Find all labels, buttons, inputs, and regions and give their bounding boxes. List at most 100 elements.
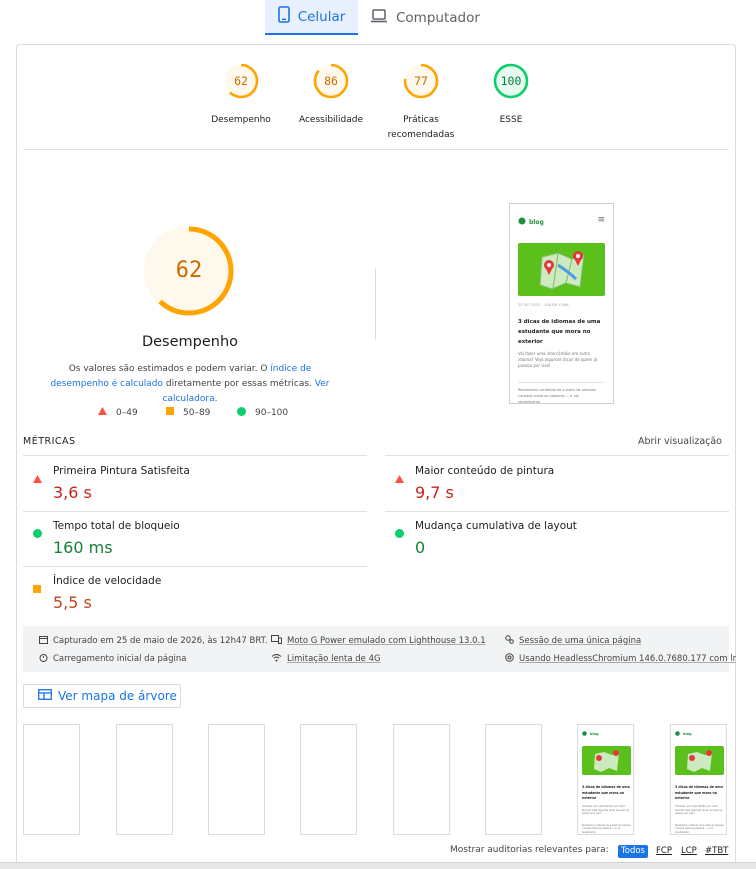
preview-hero-image xyxy=(518,243,605,296)
gauge-seo[interactable]: 100 ESSE xyxy=(466,62,556,128)
metrics-heading: MÉTRICAS xyxy=(23,436,76,447)
audit-filter-label: Mostrar auditorias relevantes para: xyxy=(450,845,609,855)
preview-logo-text: blog xyxy=(683,732,692,736)
filter-chip-fcp[interactable]: FCP xyxy=(653,845,675,858)
session-text: Sessão de uma única página xyxy=(519,636,642,646)
preview-title: 3 dicas de idiomas de uma estudante que … xyxy=(675,785,723,800)
filmstrip-frame xyxy=(300,724,357,835)
legend-pass-label: 90–100 xyxy=(255,408,289,418)
session-icon xyxy=(505,635,514,647)
gauge-best-practices-label: Práticas recomendadas xyxy=(376,113,466,143)
preview-excerpt: Vai fazer uma intercâmbio em outro idiom… xyxy=(675,805,723,816)
browser-icon xyxy=(505,653,514,665)
leaf-icon xyxy=(582,731,587,737)
throttle-row[interactable]: Limitação lenta de 4G xyxy=(271,653,381,665)
metric-tbt-value: 160 ms xyxy=(53,538,113,557)
metric-fcp-value: 3,6 s xyxy=(53,483,92,502)
wifi-icon xyxy=(271,653,282,665)
final-screenshot[interactable]: blog ≡ 25 SET 2021 · LEIA EM 4 MIN 3 dic… xyxy=(509,203,614,404)
metric-cls-value: 0 xyxy=(415,538,426,557)
metric-fcp-label: Primeira Pintura Satisfeita xyxy=(53,465,190,477)
metric-si-value: 5,5 s xyxy=(53,593,92,612)
preview-logo: blog xyxy=(518,217,544,227)
divider xyxy=(385,455,729,456)
preview-logo-text: blog xyxy=(590,732,599,736)
preview-divider xyxy=(518,382,605,383)
gauge-performance[interactable]: 62 Desempenho xyxy=(196,62,286,128)
gauge-best-practices-label-line1: Práticas xyxy=(403,115,439,125)
filmstrip-frame: blog 3 dicas de idiomas de uma estudante… xyxy=(577,724,634,835)
browser-row[interactable]: Usando HeadlessChromium 146.0.7680.177 c… xyxy=(505,653,736,665)
calendar-icon xyxy=(39,635,48,647)
legend-fail: 0–49 xyxy=(98,407,138,418)
tab-desktop-label: Computador xyxy=(396,9,480,26)
view-treemap-button[interactable]: Ver mapa de árvore xyxy=(23,684,181,708)
menu-icon: ≡ xyxy=(597,215,605,225)
legend-pass: 90–100 xyxy=(237,407,288,419)
leaf-icon xyxy=(518,217,526,227)
runtime-settings: Capturado em 25 de maio de 2026, às 12h4… xyxy=(23,626,736,672)
session-row[interactable]: Sessão de uma única página xyxy=(505,635,641,647)
circle-icon xyxy=(237,407,246,419)
filmstrip-frame: blog 3 dicas de idiomas de uma estudante… xyxy=(670,724,727,835)
divider xyxy=(23,455,367,456)
device-text: Moto G Power emulado com Lighthouse 13.0… xyxy=(287,636,486,646)
filter-chip-all[interactable]: Todos xyxy=(618,845,648,858)
note-text: diretamente por essas métricas. xyxy=(163,379,315,389)
divider xyxy=(385,511,729,512)
gauge-accessibility-label: Acessibilidade xyxy=(298,115,364,125)
gauge-accessibility-score: 86 xyxy=(324,74,338,88)
expand-view-toggle[interactable]: Abrir visualização xyxy=(638,436,722,447)
preview-excerpt: Vai fazer uma intercâmbio em outro idiom… xyxy=(582,805,630,816)
tab-desktop[interactable]: Computador xyxy=(368,0,488,35)
metric-lcp-value: 9,7 s xyxy=(415,483,454,502)
preview-logo-text: blog xyxy=(529,218,544,226)
gauge-seo-score: 100 xyxy=(500,74,522,88)
preview-excerpt: Vai fazer uma intercâmbio em outro idiom… xyxy=(518,351,598,368)
preview-logo: blog xyxy=(675,731,692,737)
tab-mobile[interactable]: Celular xyxy=(265,0,358,35)
triangle-icon xyxy=(98,407,107,418)
triangle-icon xyxy=(33,468,42,487)
preview-footer: Recebemos conteúdo de e-mails de pessoas… xyxy=(675,824,724,834)
divider xyxy=(23,566,367,567)
performance-score: 62 xyxy=(175,258,203,283)
device-row[interactable]: Moto G Power emulado com Lighthouse 13.0… xyxy=(271,635,486,647)
preview-footer: Recebemos conteúdo de e-mails de pessoas… xyxy=(518,388,596,404)
performance-note: Os valores são estimados e podem variar.… xyxy=(46,362,334,407)
legend-fail-label: 0–49 xyxy=(116,407,138,418)
circle-icon xyxy=(395,523,404,542)
legend-average: 50–89 xyxy=(166,407,210,418)
bottom-bar xyxy=(0,862,756,869)
gauge-best-practices-label-line2: recomendadas xyxy=(387,130,455,140)
preview-meta: 25 SET 2021 · LEIA EM 4 MIN xyxy=(518,303,569,307)
captured-text: Capturado em 25 de maio de 2026, às 12h4… xyxy=(53,636,268,646)
preview-footer: Recebemos conteúdo de e-mails de pessoas… xyxy=(582,824,631,834)
gauge-seo-label: ESSE xyxy=(499,115,523,125)
divider xyxy=(23,149,729,150)
gauge-best-practices[interactable]: 77 Práticas recomendadas xyxy=(376,62,466,143)
laptop-icon xyxy=(370,8,388,27)
load-text: Carregamento inicial da página xyxy=(53,654,187,664)
timer-icon xyxy=(39,653,48,665)
leaf-icon xyxy=(675,731,680,737)
divider xyxy=(23,511,367,512)
preview-title: 3 dicas de idiomas de uma estudante que … xyxy=(582,785,630,800)
filmstrip-frame xyxy=(393,724,450,835)
note-text: . xyxy=(214,394,218,404)
filter-chip-tbt[interactable]: #TBT xyxy=(702,845,731,858)
gauge-accessibility[interactable]: 86 Acessibilidade xyxy=(286,62,376,128)
metric-lcp-label: Maior conteúdo de pintura xyxy=(415,465,555,477)
performance-title: Desempenho xyxy=(141,334,239,350)
legend-average-label: 50–89 xyxy=(183,407,211,418)
gauge-best-practices-score: 77 xyxy=(414,74,428,88)
preview-hero-image xyxy=(675,746,724,775)
gauge-performance-label: Desempenho xyxy=(211,115,271,125)
throttle-text: Limitação lenta de 4G xyxy=(287,654,381,664)
preview-hero-image xyxy=(582,746,631,775)
circle-icon xyxy=(33,523,42,542)
performance-gauge: 62 xyxy=(144,226,234,316)
filter-chip-lcp[interactable]: LCP xyxy=(678,845,700,858)
load-row: Carregamento inicial da página xyxy=(39,653,186,665)
preview-logo: blog xyxy=(582,731,599,737)
